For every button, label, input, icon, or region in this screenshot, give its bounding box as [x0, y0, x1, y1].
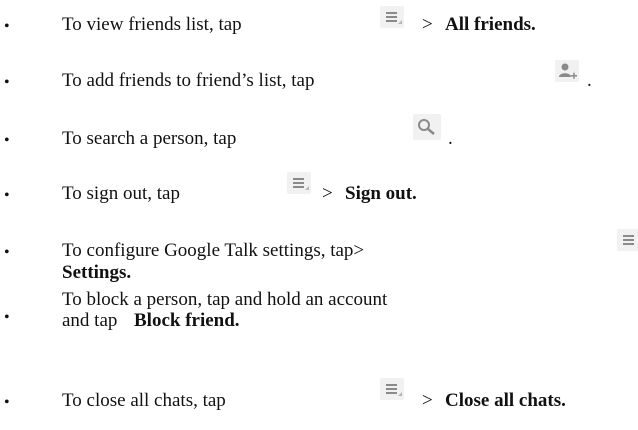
item-sign-out-text: To sign out, tap [62, 183, 180, 204]
item-sign-out-prefix: > [322, 183, 333, 204]
bullet: • [4, 309, 10, 326]
item-search-text: To search a person, tap [62, 128, 237, 149]
item-configure-action: Settings. [62, 262, 132, 283]
item-add-friends-text: To add friends to friend’s list, tap [62, 70, 315, 91]
item-block-line1: To block a person, tap and hold an accou… [62, 289, 388, 310]
item-close-chats-prefix: > [422, 390, 433, 411]
bullet: • [4, 187, 10, 204]
bullet: • [4, 18, 10, 35]
bullet: • [4, 394, 10, 411]
item-close-chats-action: Close all chats. [445, 390, 566, 411]
instructions-page: • To view friends list, tap > All friend… [0, 0, 638, 430]
menu-icon [380, 378, 404, 400]
item-block-line2-prefix: and tap [62, 310, 118, 331]
item-view-friends-action: All friends. [445, 14, 536, 35]
item-block-action: Block friend. [134, 310, 240, 331]
bullet: • [4, 74, 10, 91]
item-sign-out-action: Sign out. [345, 183, 417, 204]
menu-icon [287, 172, 311, 194]
item-add-friends-period: . [587, 70, 592, 91]
item-view-friends-text: To view friends list, tap [62, 14, 242, 35]
search-icon [413, 114, 441, 140]
add-person-icon [555, 60, 579, 82]
bullet: • [4, 244, 10, 261]
menu-icon [380, 6, 404, 28]
item-close-chats-text: To close all chats, tap [62, 390, 226, 411]
bullet: • [4, 132, 10, 149]
item-view-friends-prefix: > [422, 14, 433, 35]
item-search-period: . [448, 128, 453, 149]
menu-icon [617, 229, 638, 251]
item-configure-text: To configure Google Talk settings, tap> [62, 240, 365, 261]
